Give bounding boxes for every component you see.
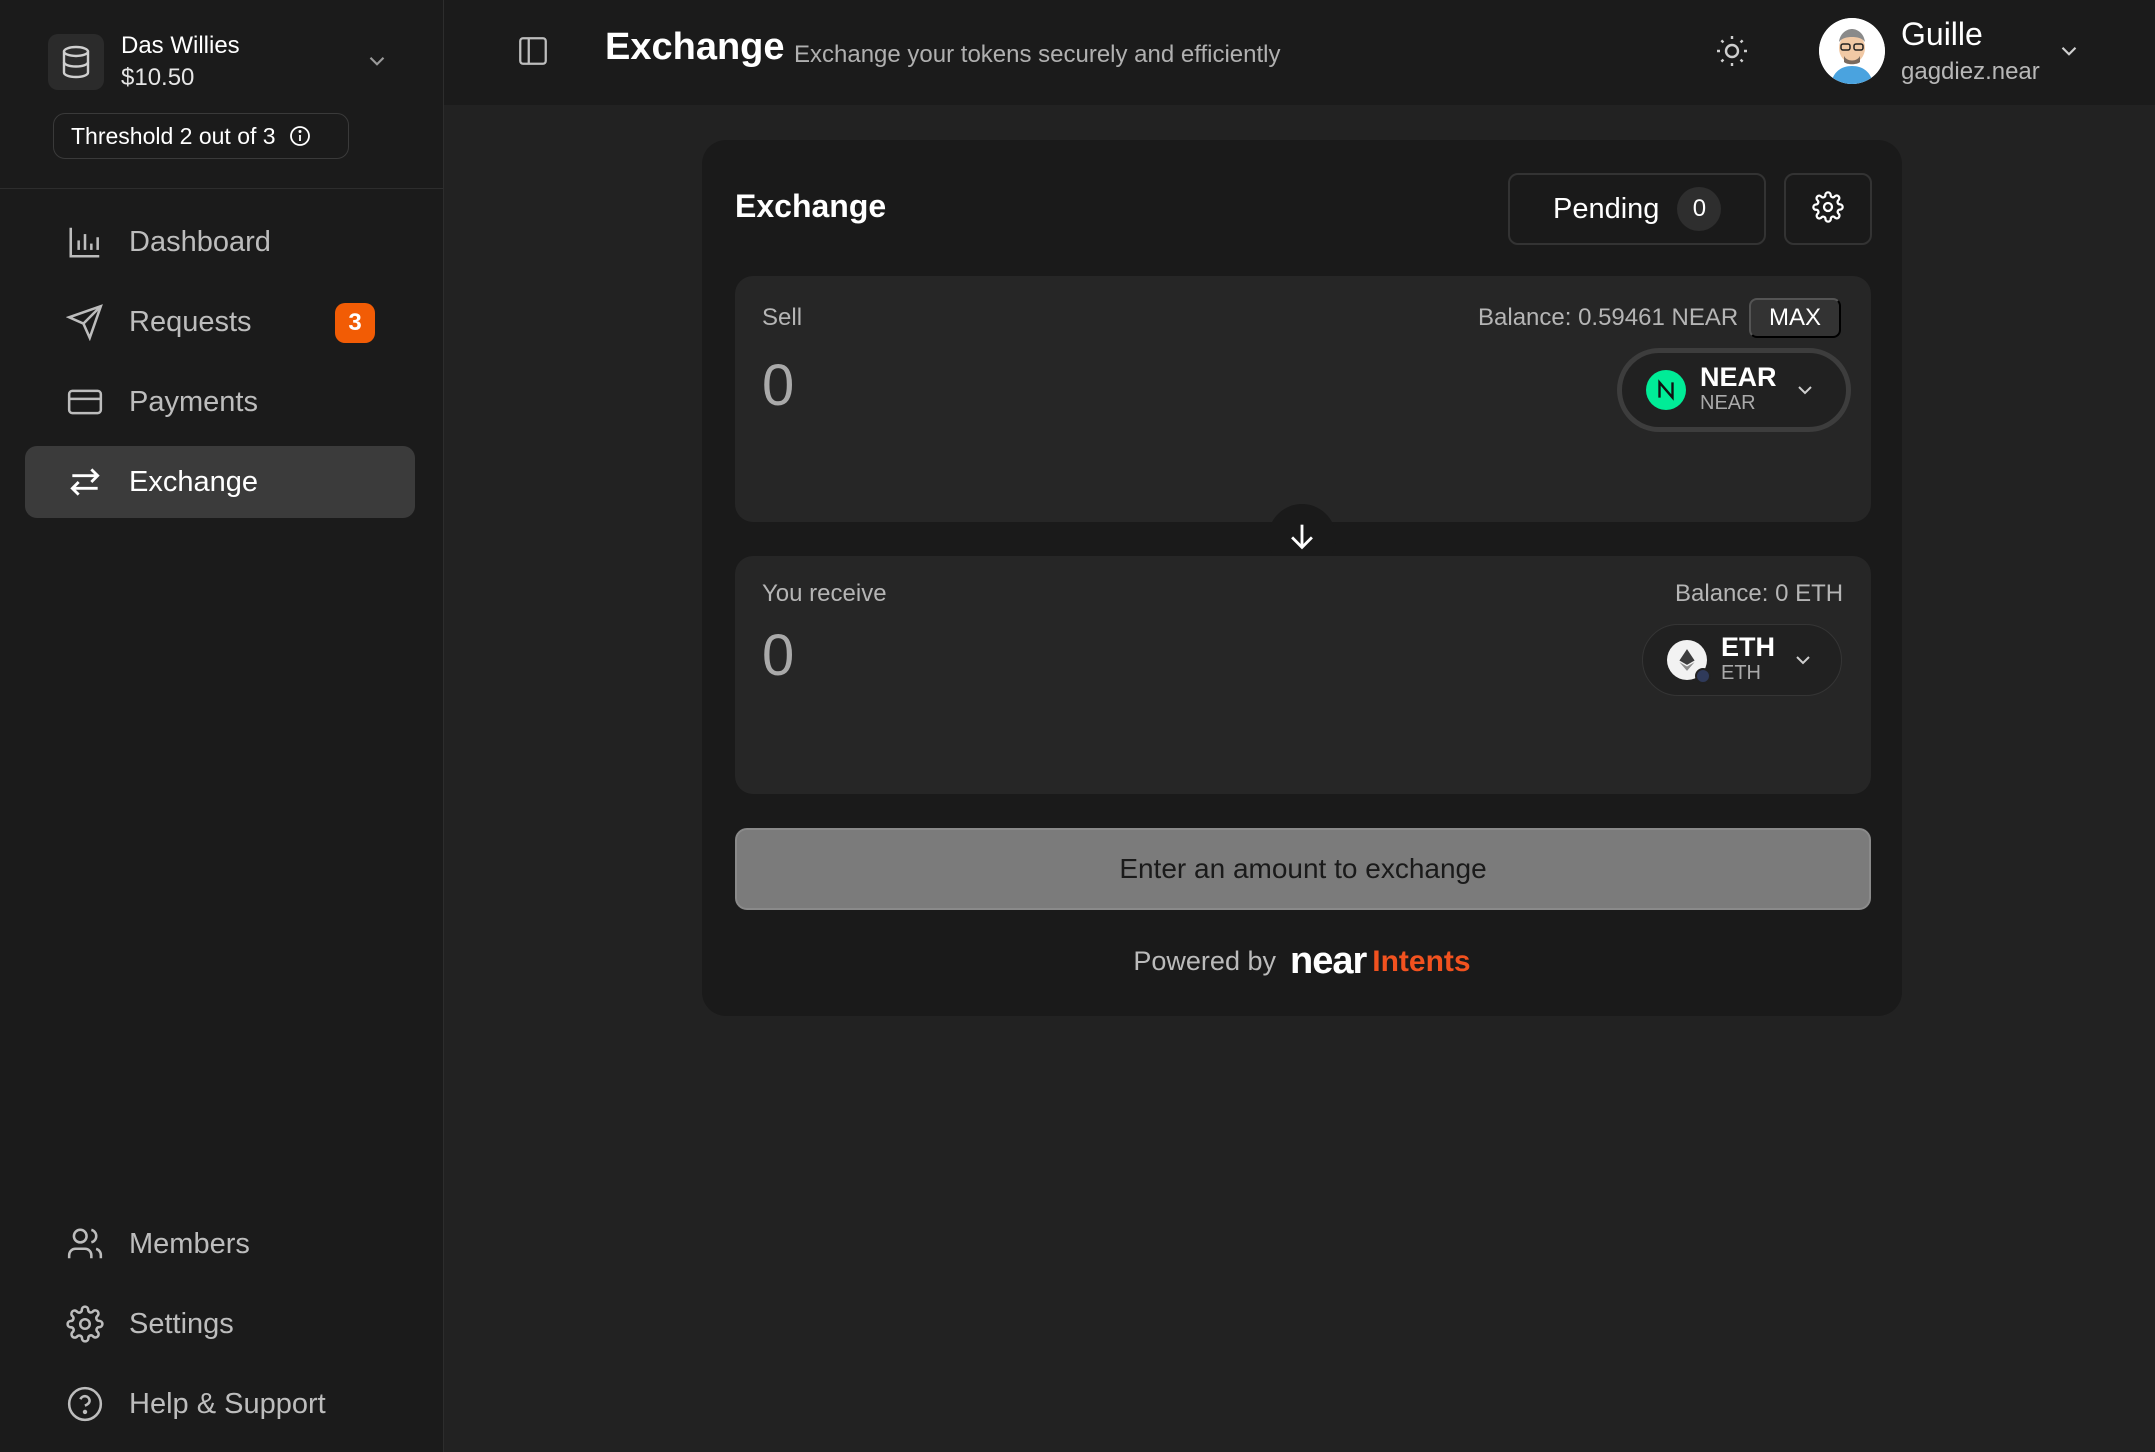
eth-token-icon — [1667, 640, 1711, 684]
sidebar-item-payments[interactable]: Payments — [25, 366, 415, 438]
receive-token-symbol: ETH — [1721, 632, 1775, 662]
exchange-card: Exchange Pending 0 Sell Balance: 0.59461… — [702, 140, 1902, 1016]
powered-by-footer: Powered by near Intents — [702, 940, 1902, 983]
sell-label: Sell — [762, 304, 803, 331]
chevron-down-icon — [1793, 378, 1817, 402]
near-token-icon — [1646, 370, 1686, 410]
exchange-submit-button[interactable]: Enter an amount to exchange — [735, 828, 1871, 910]
near-logo: near — [1289, 940, 1367, 982]
exchange-card-title: Exchange — [735, 188, 887, 224]
sidebar-divider — [0, 188, 444, 189]
sell-amount-input[interactable] — [762, 350, 1362, 420]
sidebar-item-settings[interactable]: Settings — [25, 1288, 415, 1360]
help-circle-icon — [65, 1384, 105, 1424]
avatar — [1819, 18, 1885, 84]
sidebar-item-members[interactable]: Members — [25, 1208, 415, 1280]
sell-token-symbol: NEAR — [1700, 362, 1777, 392]
sidebar: Das Willies $10.50 Threshold 2 out of 3 … — [0, 0, 444, 1452]
page-subtitle: Exchange your tokens securely and effici… — [794, 41, 1281, 68]
user-name: Guille — [1901, 16, 1983, 52]
sell-section: Sell Balance: 0.59461 NEAR MAX NEAR NEAR — [735, 276, 1871, 522]
powered-by-label: Powered by — [1133, 946, 1276, 976]
sidebar-toggle-icon[interactable] — [516, 34, 550, 73]
credit-card-icon — [65, 382, 105, 422]
receive-token-selector[interactable]: ETH ETH — [1642, 624, 1842, 696]
chevron-down-icon — [364, 48, 390, 79]
threshold-badge: Threshold 2 out of 3 — [53, 113, 349, 159]
sidebar-item-label: Exchange — [129, 465, 258, 498]
receive-token-network: ETH — [1721, 662, 1761, 684]
pending-count-badge: 0 — [1677, 187, 1722, 231]
sell-token-network: NEAR — [1700, 392, 1756, 414]
threshold-text: Threshold 2 out of 3 — [71, 122, 276, 149]
sun-icon[interactable] — [1714, 33, 1750, 74]
sidebar-item-label: Members — [129, 1227, 250, 1260]
receive-amount-input — [762, 620, 1362, 690]
send-icon — [65, 302, 105, 342]
chevron-down-icon — [1791, 648, 1815, 672]
pending-label: Pending — [1553, 192, 1660, 225]
sidebar-item-label: Settings — [129, 1307, 234, 1340]
top-bar: Exchange Exchange your tokens securely a… — [444, 0, 2155, 105]
info-icon[interactable] — [288, 124, 312, 148]
arrow-down-icon — [1285, 519, 1319, 558]
database-icon — [48, 34, 104, 90]
sell-token-selector[interactable]: NEAR NEAR — [1617, 348, 1851, 432]
requests-count-badge: 3 — [335, 303, 375, 343]
user-account-id: gagdiez.near — [1901, 58, 2040, 85]
sell-balance: Balance: 0.59461 NEAR — [1478, 304, 1739, 331]
pending-button[interactable]: Pending 0 — [1508, 173, 1766, 245]
users-icon — [65, 1224, 105, 1264]
treasury-selector[interactable]: Das Willies $10.50 — [48, 28, 390, 96]
sidebar-item-label: Requests — [129, 305, 252, 338]
sidebar-item-dashboard[interactable]: Dashboard — [25, 206, 415, 278]
bar-chart-icon — [65, 222, 105, 262]
exchange-settings-button[interactable] — [1784, 173, 1872, 245]
sidebar-item-exchange[interactable]: Exchange — [25, 446, 415, 518]
gear-icon — [1812, 190, 1844, 228]
max-button[interactable]: MAX — [1749, 298, 1841, 338]
sidebar-item-label: Dashboard — [129, 225, 271, 258]
gear-icon — [65, 1304, 105, 1344]
sidebar-item-label: Payments — [129, 385, 258, 418]
arrows-exchange-icon — [65, 462, 105, 502]
treasury-balance: $10.50 — [121, 64, 195, 91]
sidebar-item-label: Help & Support — [129, 1387, 326, 1420]
page-title: Exchange — [605, 26, 785, 68]
chevron-down-icon[interactable] — [2056, 38, 2082, 69]
sidebar-item-help-support[interactable]: Help & Support — [25, 1368, 415, 1440]
intents-logo: Intents — [1372, 944, 1471, 978]
receive-label: You receive — [762, 580, 887, 607]
treasury-name: Das Willies — [121, 32, 240, 59]
receive-balance: Balance: 0 ETH — [1675, 580, 1844, 607]
receive-section: You receive Balance: 0 ETH ETH ETH — [735, 556, 1871, 794]
sidebar-item-requests[interactable]: Requests 3 — [25, 286, 415, 358]
